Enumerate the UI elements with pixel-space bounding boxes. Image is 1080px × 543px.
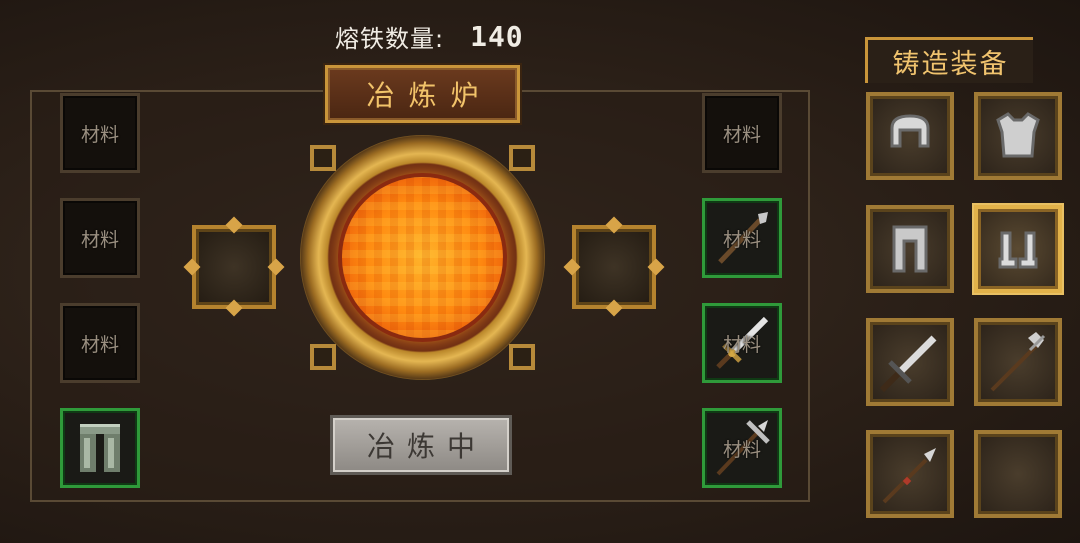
helmet-icon (890, 114, 930, 148)
furnace-corner (310, 344, 336, 370)
spear-icon (882, 448, 936, 504)
input-slot[interactable] (192, 225, 276, 309)
material-slot-left-4[interactable] (60, 408, 140, 488)
furnace-corner (509, 344, 535, 370)
material-slot-right-1[interactable]: 材料 (702, 93, 782, 173)
furnace-corner (310, 145, 336, 171)
material-slot-left-1[interactable]: 材料 (60, 93, 140, 173)
equip-spear[interactable] (866, 430, 954, 518)
furnace-corner (509, 145, 535, 171)
material-slot-label: 材料 (80, 123, 119, 146)
sword-icon (879, 335, 937, 393)
material-slot-right-3[interactable]: 材料 (702, 303, 782, 383)
material-slot-label: 材料 (80, 333, 119, 356)
molten-iron-pool (342, 177, 503, 338)
halberd-icon (990, 332, 1046, 392)
chestplate-icon (996, 112, 1040, 158)
material-slot-label: 材料 (722, 438, 761, 461)
material-slot-right-4[interactable]: 材料 (702, 408, 782, 488)
equip-helmet[interactable] (866, 92, 954, 180)
equip-leggings[interactable] (866, 205, 954, 293)
forge-equipment-title: 铸造装备 (865, 37, 1033, 83)
iron-count-value: 140 (470, 19, 524, 53)
iron-count-label: 熔铁数量: (335, 24, 445, 53)
armor-pants-icon (80, 424, 120, 472)
output-slot[interactable] (572, 225, 656, 309)
material-slot-label: 材料 (80, 228, 119, 251)
material-slot-right-2[interactable]: 材料 (702, 198, 782, 278)
material-slot-label: 材料 (722, 228, 761, 251)
material-slot-left-2[interactable]: 材料 (60, 198, 140, 278)
smelting-button[interactable]: 冶炼中 (330, 415, 512, 475)
equip-halberd[interactable] (974, 318, 1062, 406)
molten-iron-counter: 熔铁数量: 140 (335, 18, 524, 54)
equip-chestplate[interactable] (974, 92, 1062, 180)
boots-icon (998, 231, 1038, 269)
furnace (300, 135, 545, 380)
material-slot-label: 材料 (722, 333, 761, 356)
equip-boots[interactable] (974, 205, 1062, 293)
furnace-title: 冶炼炉 (325, 65, 520, 123)
equip-empty-slot[interactable] (974, 430, 1062, 518)
material-slot-label: 材料 (722, 123, 761, 146)
material-slot-left-3[interactable]: 材料 (60, 303, 140, 383)
equip-sword[interactable] (866, 318, 954, 406)
leggings-icon (892, 225, 928, 273)
